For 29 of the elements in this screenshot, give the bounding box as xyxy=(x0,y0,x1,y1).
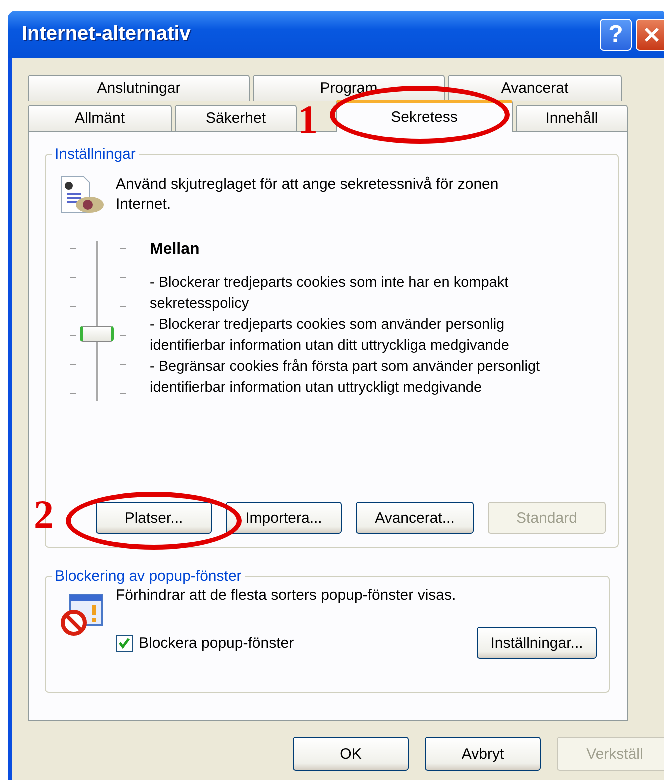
popup-description: Förhindrar att de flesta sorters popup-fönster visas. xyxy=(116,586,458,606)
tab[interactable]: Anslutningar xyxy=(28,75,250,101)
intro-text: Använd skjutreglaget för att ange sekretessnivå för zonen Internet. xyxy=(116,175,500,215)
tab[interactable]: Innehåll xyxy=(516,105,628,131)
checkbox[interactable] xyxy=(116,634,133,652)
settings-button[interactable]: Inställningar... xyxy=(477,627,597,659)
dialog-button[interactable]: Avbryt xyxy=(425,737,541,771)
annotation-number: 2 xyxy=(34,495,54,535)
close-button[interactable] xyxy=(636,18,664,50)
description-text: - Blockerar tredjeparts cookies som inte har en kompakt sekretesspolicy xyxy=(150,274,510,314)
tab[interactable]: Sekretess xyxy=(336,100,513,132)
group-title: Blockering av popup-fönster xyxy=(54,568,243,585)
annotation-number: 1 xyxy=(298,100,318,140)
window-title: Internet-alternativ xyxy=(21,23,192,46)
level-name: Mellan xyxy=(150,241,201,259)
description-text: - Begränsar cookies från första part som använder personligt identifierbar information utan uttryckligt medgivande xyxy=(150,358,542,398)
dialog-button[interactable]: Avancerat... xyxy=(356,502,474,534)
tab[interactable]: Säkerhet xyxy=(175,105,297,131)
tab[interactable]: Program xyxy=(253,75,445,101)
dialog-button[interactable]: Platser... xyxy=(96,502,212,534)
slider-thumb[interactable] xyxy=(80,326,114,342)
description-text: - Blockerar tredjeparts cookies som använder personlig identifierbar information utan ditt uttryckliga medgivande xyxy=(150,316,510,356)
checkbox-label[interactable]: Blockera popup-fönster xyxy=(139,634,294,652)
blocked-window-icon xyxy=(58,591,106,637)
dialog-button[interactable]: OK xyxy=(293,737,409,771)
tab[interactable]: Avancerat xyxy=(448,75,622,101)
group-title: Inställningar xyxy=(54,146,137,163)
tab[interactable]: Allmänt xyxy=(28,105,172,131)
dialog-button[interactable]: Importera... xyxy=(226,502,342,534)
